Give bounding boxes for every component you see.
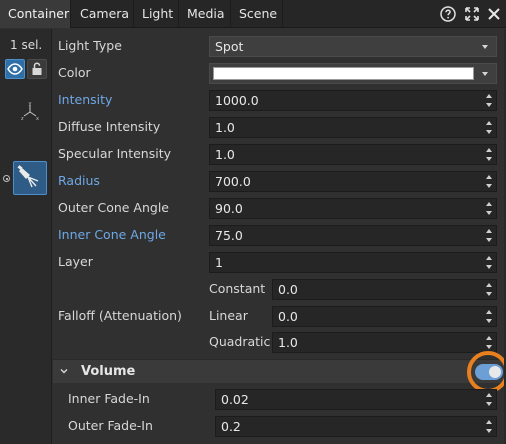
row-outer-fade-in: Outer Fade-In 0.2 (53, 413, 506, 440)
axes-icon[interactable]: y z x (20, 101, 40, 122)
spinner-icon[interactable] (485, 392, 493, 407)
close-icon[interactable] (486, 6, 502, 22)
inner-cone-angle-value: 75.0 (215, 228, 243, 243)
outer-fade-in-input[interactable]: 0.2 (215, 416, 497, 437)
chevron-down-icon (482, 45, 488, 49)
spinner-icon[interactable] (485, 228, 493, 243)
inner-fade-in-value: 0.02 (221, 392, 249, 407)
light-type-dropdown[interactable]: Spot (209, 36, 497, 57)
row-specular-intensity: Specular Intensity 1.0 (53, 141, 506, 168)
color-label: Color (58, 65, 91, 80)
specular-intensity-input[interactable]: 1.0 (209, 144, 497, 165)
spotlight-thumbnail[interactable] (13, 161, 47, 195)
spinner-icon[interactable] (485, 147, 493, 162)
lock-icon (32, 62, 42, 75)
tab-media[interactable]: Media (179, 0, 231, 28)
diffuse-intensity-label: Diffuse Intensity (58, 119, 161, 134)
falloff-label: Falloff (Attenuation) (58, 308, 182, 323)
row-radius: Radius 700.0 (53, 168, 506, 195)
tab-scene[interactable]: Scene (231, 0, 283, 28)
spinner-icon[interactable] (485, 93, 493, 108)
volume-section-header[interactable]: Volume (53, 359, 506, 383)
tab-camera[interactable]: Camera (72, 0, 134, 28)
spinner-icon[interactable] (485, 255, 493, 270)
spinner-icon[interactable] (485, 335, 493, 350)
row-diffuse-intensity: Diffuse Intensity 1.0 (53, 114, 506, 141)
inner-fade-in-label: Inner Fade-In (68, 391, 150, 406)
layer-input[interactable]: 1 (209, 252, 497, 273)
spinner-icon[interactable] (485, 419, 493, 434)
linear-value: 0.0 (278, 309, 298, 324)
outer-fade-in-value: 0.2 (221, 419, 241, 434)
layer-label: Layer (58, 254, 93, 269)
inner-fade-in-input[interactable]: 0.02 (215, 389, 497, 410)
svg-text:y: y (29, 101, 32, 107)
color-swatch[interactable] (213, 67, 474, 80)
outer-cone-angle-label: Outer Cone Angle (58, 200, 169, 215)
specular-intensity-label: Specular Intensity (58, 146, 172, 161)
row-intensity: Intensity 1000.0 (53, 87, 506, 114)
spinner-icon[interactable] (485, 282, 493, 297)
row-falloff-quadratic: Quadratic 1.0 (53, 329, 506, 356)
inner-cone-angle-label[interactable]: Inner Cone Angle (58, 227, 166, 242)
spinner-icon[interactable] (485, 201, 493, 216)
diffuse-intensity-value: 1.0 (215, 120, 235, 135)
intensity-value: 1000.0 (215, 93, 259, 108)
help-icon[interactable] (440, 6, 456, 22)
visibility-toggle[interactable] (5, 59, 25, 79)
constant-label: Constant (209, 281, 266, 296)
diffuse-intensity-input[interactable]: 1.0 (209, 117, 497, 138)
quadratic-label: Quadratic (209, 334, 271, 349)
linear-label: Linear (209, 308, 248, 323)
selection-count: 1 sel. (10, 38, 43, 52)
spinner-icon[interactable] (485, 174, 493, 189)
intensity-input[interactable]: 1000.0 (209, 90, 497, 111)
row-color: Color (53, 60, 506, 87)
spotlight-icon (17, 165, 39, 188)
tab-bar: Container Camera Light Media Scene (0, 0, 506, 28)
radius-input[interactable]: 700.0 (209, 171, 497, 192)
row-inner-fade-in: Inner Fade-In 0.02 (53, 386, 506, 413)
volume-title: Volume (81, 364, 136, 379)
tab-container[interactable]: Container (0, 0, 71, 28)
color-picker[interactable] (209, 63, 497, 84)
outer-cone-angle-input[interactable]: 90.0 (209, 198, 497, 219)
row-inner-cone-angle: Inner Cone Angle 75.0 (53, 222, 506, 249)
radius-label[interactable]: Radius (58, 173, 100, 188)
tab-light[interactable]: Light (134, 0, 179, 28)
row-falloff-linear: Falloff (Attenuation) Linear 0.0 (53, 303, 506, 330)
inner-cone-angle-input[interactable]: 75.0 (209, 225, 497, 246)
row-outer-cone-angle: Outer Cone Angle 90.0 (53, 195, 506, 222)
svg-text:x: x (36, 116, 39, 121)
eye-icon (7, 63, 23, 75)
spinner-icon[interactable] (485, 309, 493, 324)
chevron-down-icon (60, 369, 68, 374)
constant-input[interactable]: 0.0 (272, 279, 497, 300)
row-light-type: Light Type Spot (53, 33, 506, 60)
light-type-value: Spot (215, 39, 244, 54)
intensity-label[interactable]: Intensity (58, 92, 112, 107)
left-strip: 1 sel. y z x (0, 29, 52, 444)
chevron-down-icon (482, 72, 488, 76)
svg-text:z: z (21, 116, 24, 121)
constant-value: 0.0 (278, 282, 298, 297)
lock-toggle[interactable] (27, 59, 47, 79)
layer-value: 1 (215, 255, 223, 270)
light-radio[interactable] (3, 175, 10, 182)
outer-cone-angle-value: 90.0 (215, 201, 243, 216)
quadratic-value: 1.0 (278, 335, 298, 350)
spinner-icon[interactable] (485, 120, 493, 135)
linear-input[interactable]: 0.0 (272, 306, 497, 327)
expand-icon[interactable] (464, 6, 480, 22)
outer-fade-in-label: Outer Fade-In (68, 418, 153, 433)
radius-value: 700.0 (215, 174, 251, 189)
row-layer: Layer 1 (53, 249, 506, 276)
properties-panel: Light Type Spot Color Intensity 1000.0 D… (53, 29, 506, 444)
quadratic-input[interactable]: 1.0 (272, 332, 497, 353)
light-type-label: Light Type (58, 38, 122, 53)
specular-intensity-value: 1.0 (215, 147, 235, 162)
row-falloff-constant: Constant 0.0 (53, 276, 506, 303)
